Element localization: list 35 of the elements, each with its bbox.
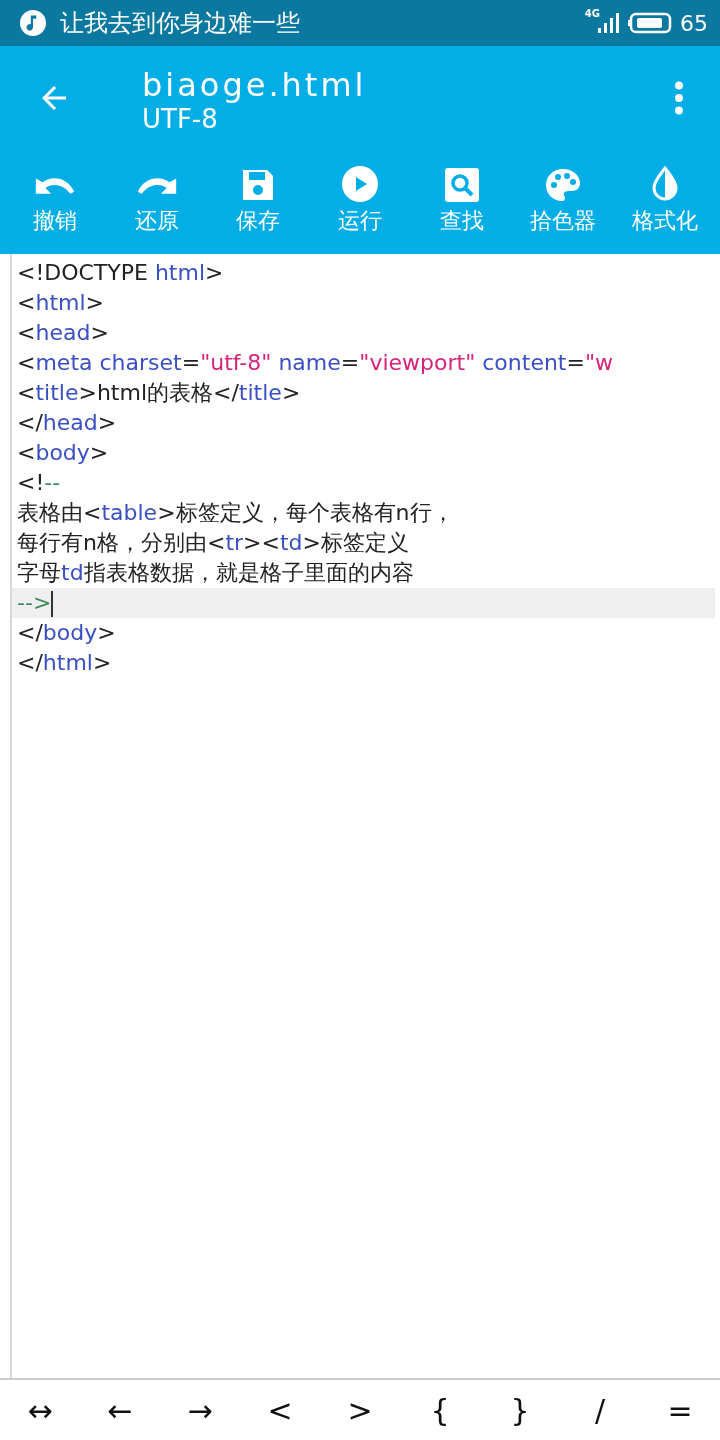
code-line: <meta charset="utf-8" name="viewport" content="w — [16, 349, 615, 377]
file-name: biaoge.html — [142, 66, 367, 104]
code-line: </html> — [16, 649, 113, 677]
code-line: <!-- — [16, 469, 62, 497]
battery-level: 65 — [680, 10, 708, 36]
code-line: 表格由<table>标签定义，每个表格有n行， — [16, 499, 455, 527]
file-encoding: UTF-8 — [142, 104, 219, 134]
symbol-key[interactable]: } — [485, 1392, 555, 1428]
palette-icon — [545, 168, 582, 202]
code-line: </body> — [16, 619, 117, 647]
symbol-key[interactable]: / — [565, 1392, 635, 1428]
play-icon — [341, 166, 378, 202]
code-line: <body> — [16, 439, 110, 467]
code-line: <!DOCTYPE html> — [16, 259, 225, 287]
code-line: <html> — [16, 289, 105, 317]
code-line: <head> — [16, 319, 110, 347]
network-label: 4G — [584, 8, 600, 19]
symbol-key[interactable]: > — [325, 1392, 395, 1428]
code-line: </head> — [16, 409, 118, 437]
signal-icon — [598, 12, 620, 34]
notification-text: 让我去到你身边难一些 — [60, 8, 300, 39]
code-line: 字母td指表格数据，就是格子里面的内容 — [16, 559, 415, 587]
code-line: <title>html的表格</title> — [16, 379, 302, 407]
symbol-key[interactable]: { — [405, 1392, 475, 1428]
code-line: 每行有n格，分别由<tr><td>标签定义 — [16, 529, 410, 557]
symbol-key[interactable]: = — [645, 1392, 715, 1428]
symbol-key[interactable]: → — [165, 1392, 235, 1428]
symbol-key[interactable]: ↔ — [5, 1392, 75, 1428]
symbol-key[interactable]: ← — [85, 1392, 155, 1428]
droplet-icon — [651, 166, 680, 202]
music-note-icon — [20, 10, 46, 36]
search-icon — [444, 168, 479, 202]
more-icon — [674, 81, 684, 115]
symbol-key[interactable]: < — [245, 1392, 315, 1428]
battery-icon — [628, 12, 672, 34]
